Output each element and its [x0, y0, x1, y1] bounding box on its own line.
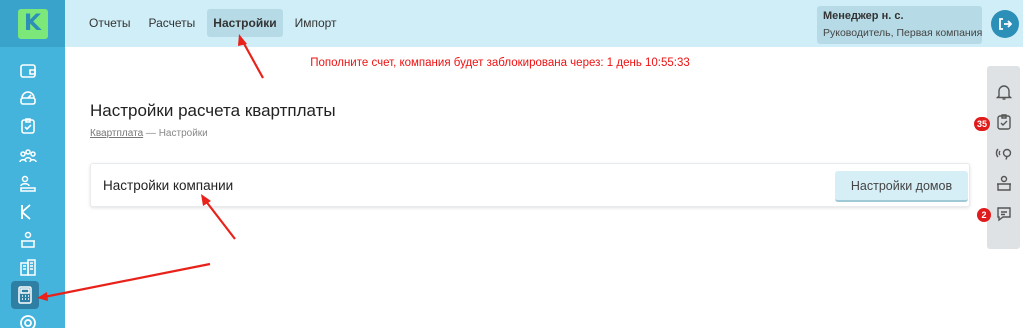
bell-icon[interactable]: [995, 83, 1013, 101]
breadcrumb-separator: —: [143, 128, 159, 139]
company-settings-card: Настройки компании Настройки домов: [90, 163, 970, 207]
broadcast-icon[interactable]: [995, 144, 1013, 162]
top-bar: Отчеты Расчеты Настройки Импорт Менеджер…: [65, 0, 1023, 47]
logo[interactable]: K: [0, 0, 65, 47]
nav-settings[interactable]: Настройки: [207, 9, 283, 37]
logo-mark: K: [17, 8, 48, 39]
users-list-icon[interactable]: [17, 173, 39, 195]
nav-reports[interactable]: Отчеты: [83, 9, 136, 37]
user-name: Менеджер н. с.: [823, 10, 904, 22]
card-title: Настройки компании: [103, 178, 234, 193]
logout-button[interactable]: [991, 10, 1019, 38]
breadcrumb-current: Настройки: [158, 128, 208, 139]
email-icon[interactable]: [17, 312, 39, 328]
messages-badge: 2: [977, 208, 991, 222]
right-panel: 35 2: [974, 66, 1020, 249]
breadcrumb-link[interactable]: Квартплата: [90, 128, 143, 139]
sidebar: K: [0, 0, 65, 328]
house-settings-button[interactable]: Настройки домов: [835, 171, 968, 202]
meter-icon[interactable]: [17, 87, 39, 109]
operator-icon[interactable]: [995, 174, 1013, 192]
chat-icon[interactable]: [995, 205, 1013, 223]
brand-k-icon[interactable]: [17, 201, 39, 223]
wallet-icon[interactable]: [17, 60, 39, 82]
main-nav: Отчеты Расчеты Настройки Импорт: [83, 9, 343, 37]
nav-calculations[interactable]: Расчеты: [142, 9, 201, 37]
tasks-icon[interactable]: [995, 113, 1013, 131]
user-role: Руководитель, Первая компания: [823, 27, 983, 39]
breadcrumb: Квартплата — Настройки: [90, 128, 208, 139]
user-menu[interactable]: Менеджер н. с. Руководитель, Первая комп…: [817, 6, 982, 44]
billing-warning: Пополните счет, компания будет заблокиро…: [310, 57, 690, 69]
logout-icon: [999, 18, 1013, 30]
operator-icon[interactable]: [17, 229, 39, 251]
app-root: K Отчеты Расчеты Настройки Импорт Менедж…: [0, 0, 1023, 328]
page-title: Настройки расчета квартплаты: [90, 101, 336, 120]
clipboard-icon[interactable]: [17, 115, 39, 137]
tasks-badge: 35: [974, 117, 991, 131]
buildings-icon[interactable]: [17, 257, 39, 279]
calculator-icon[interactable]: [11, 281, 39, 309]
people-icon[interactable]: [17, 145, 39, 167]
nav-import[interactable]: Импорт: [289, 9, 343, 37]
